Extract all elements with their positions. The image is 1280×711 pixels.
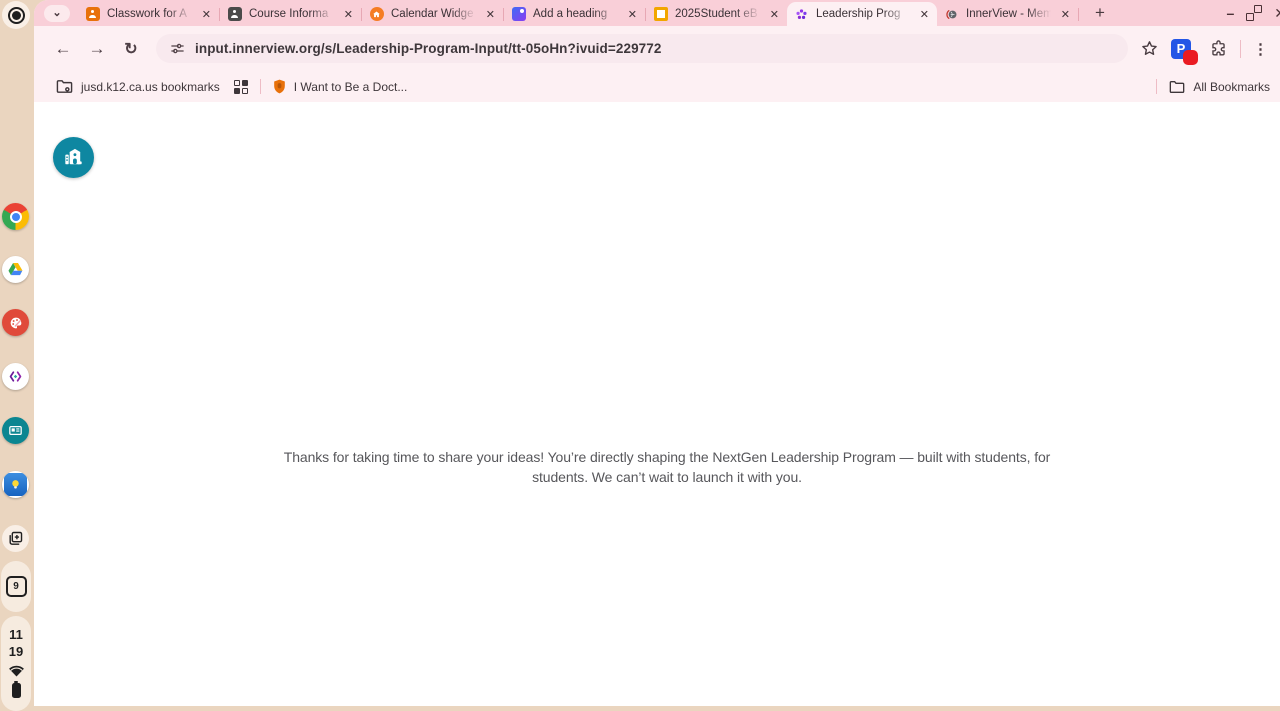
extensions-puzzle-icon[interactable] xyxy=(1209,39,1228,58)
page-content: Thanks for taking time to share your ide… xyxy=(34,102,1280,706)
reload-button[interactable]: ↻ xyxy=(116,34,146,64)
thank-you-message: Thanks for taking time to share your ide… xyxy=(283,449,1051,485)
calendar-day: 9 xyxy=(13,581,19,592)
slides-yellow-icon xyxy=(653,7,668,22)
managed-folder-icon xyxy=(56,80,73,93)
card-icon xyxy=(9,425,22,436)
bookmark-doctor[interactable]: I Want to Be a Doct... xyxy=(273,79,408,94)
back-button[interactable]: ← xyxy=(48,34,78,64)
tab-search-button[interactable]: ⌄ xyxy=(44,4,70,22)
tab-title: InnerView - Mem xyxy=(966,8,1053,20)
launcher-icon xyxy=(7,6,25,24)
all-bookmarks-button[interactable]: All Bookmarks xyxy=(1156,79,1270,94)
folder-icon xyxy=(1169,80,1185,93)
chromeos-shelf: 9 11 19 xyxy=(0,0,34,711)
purple-x-logo-icon xyxy=(9,371,22,382)
classroom-orange-icon xyxy=(85,7,100,22)
browser-toolbar: ← → ↻ input.innerview.org/s/Leadership-P… xyxy=(34,26,1280,71)
tab-classwork[interactable]: Classwork for A ✕ xyxy=(78,2,219,26)
date-tray[interactable]: 9 xyxy=(1,561,31,612)
close-icon[interactable]: ✕ xyxy=(485,8,496,21)
home-orange-icon xyxy=(369,7,384,22)
close-icon[interactable]: ✕ xyxy=(1060,8,1071,21)
minimize-button[interactable]: – xyxy=(1226,6,1234,20)
new-tab-button[interactable]: + xyxy=(1089,3,1111,23)
shield-orange-icon xyxy=(273,79,285,94)
tab-title: Classwork for A xyxy=(107,8,187,20)
close-icon[interactable]: ✕ xyxy=(769,8,780,21)
close-icon[interactable]: ✕ xyxy=(201,8,212,21)
window-controls: – ✕ xyxy=(1226,0,1280,26)
bookmarks-separator xyxy=(259,79,261,94)
bookmark-label: I Want to Be a Doct... xyxy=(293,79,408,94)
bookmarks-bar: jusd.k12.ca.us bookmarks I Want to Be a … xyxy=(34,71,1280,102)
extension-p-button[interactable]: P xyxy=(1171,38,1198,65)
chrome-canvas-app-icon[interactable] xyxy=(2,309,29,336)
managed-bookmarks-folder[interactable]: jusd.k12.ca.us bookmarks xyxy=(56,79,220,94)
tab-title: Add a heading xyxy=(533,8,608,20)
screen-capture-app-icon[interactable] xyxy=(2,525,29,552)
drive-icon xyxy=(8,262,23,276)
tab-title: Calendar Widge xyxy=(391,8,474,20)
close-icon[interactable]: ✕ xyxy=(343,8,354,21)
chrome-app-icon[interactable] xyxy=(2,203,29,230)
gradient-tile-icon xyxy=(511,7,526,22)
chrome-icon xyxy=(9,210,22,223)
close-icon[interactable]: ✕ xyxy=(627,8,638,21)
url-text[interactable]: input.innerview.org/s/Leadership-Program… xyxy=(195,41,662,56)
person-dark-icon xyxy=(227,7,242,22)
address-bar[interactable]: input.innerview.org/s/Leadership-Program… xyxy=(156,34,1128,63)
calendar-icon: 9 xyxy=(5,576,27,597)
paint-palette-icon xyxy=(10,317,21,328)
tab-student-eb[interactable]: 2025Student eB ✕ xyxy=(646,2,787,26)
tab-title: Leadership Prog xyxy=(816,8,901,20)
tab-add-heading[interactable]: Add a heading ✕ xyxy=(504,2,645,26)
apps-grid-icon[interactable] xyxy=(233,79,248,94)
tab-innerview[interactable]: InnerView - Mem ✕ xyxy=(937,2,1078,26)
site-logo xyxy=(53,137,94,178)
tab-course-info[interactable]: Course Informa ✕ xyxy=(220,2,361,26)
status-tray[interactable]: 11 19 xyxy=(1,616,31,711)
close-window-button[interactable]: ✕ xyxy=(1274,6,1280,20)
clock-minute: 19 xyxy=(8,644,24,659)
google-drive-app-icon[interactable] xyxy=(2,256,29,283)
bookmark-star-icon[interactable] xyxy=(1140,39,1159,58)
close-icon[interactable]: ✕ xyxy=(919,8,930,21)
toolbar-actions: P ⋮ xyxy=(1140,38,1268,65)
globe-gray-icon xyxy=(944,7,959,22)
site-settings-tune-icon[interactable] xyxy=(170,41,185,56)
clock-hour: 11 xyxy=(9,627,23,642)
flower-purple-icon xyxy=(794,7,809,22)
overlapping-windows-plus-icon xyxy=(9,531,23,545)
forward-button[interactable]: → xyxy=(82,34,112,64)
id-card-app-icon[interactable] xyxy=(2,417,29,444)
lightbulb-app-icon[interactable] xyxy=(2,471,29,498)
tab-calendar-widget[interactable]: Calendar Widge ✕ xyxy=(362,2,503,26)
browser-menu-button[interactable]: ⋮ xyxy=(1253,40,1268,58)
launcher-button[interactable] xyxy=(2,1,30,29)
tab-title: 2025Student eB xyxy=(675,8,758,20)
bookmarks-separator xyxy=(1156,79,1158,94)
wifi-icon xyxy=(8,665,24,677)
browser-window: ⌄ Classwork for A ✕ Course Informa ✕ Cal… xyxy=(34,0,1280,706)
chevron-down-icon: ⌄ xyxy=(52,7,62,19)
toolbar-separator xyxy=(1240,39,1241,58)
battery-icon xyxy=(11,680,21,698)
tab-title: Course Informa xyxy=(249,8,329,20)
tab-separator xyxy=(1078,8,1079,21)
lightbulb-icon xyxy=(4,473,27,496)
tab-leadership-program-active[interactable]: Leadership Prog ✕ xyxy=(787,2,937,26)
xello-app-icon[interactable] xyxy=(2,363,29,390)
all-bookmarks-label: All Bookmarks xyxy=(1193,79,1270,94)
extension-notification-badge xyxy=(1183,49,1198,65)
school-building-icon xyxy=(65,148,82,165)
managed-folder-label: jusd.k12.ca.us bookmarks xyxy=(81,79,220,94)
tab-strip: ⌄ Classwork for A ✕ Course Informa ✕ Cal… xyxy=(34,0,1280,26)
